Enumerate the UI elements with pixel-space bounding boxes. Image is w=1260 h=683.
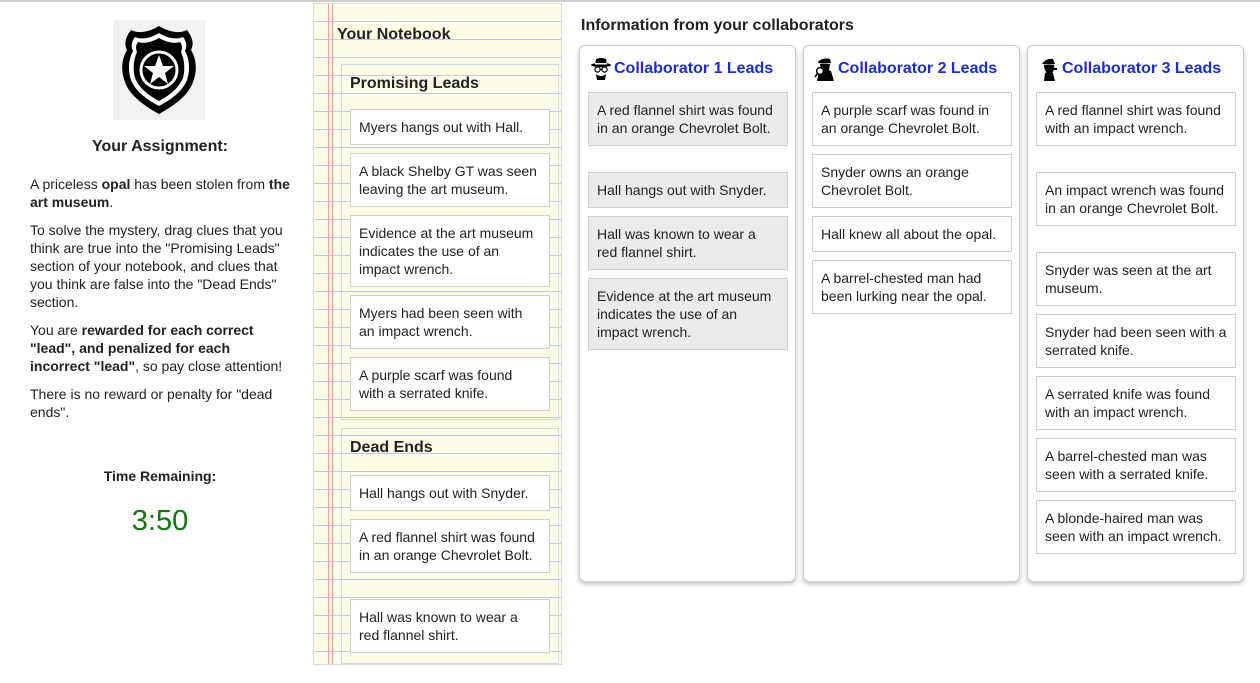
collaborators-heading: Information from your collaborators (581, 17, 854, 34)
detective-silhouette-icon (1042, 58, 1057, 81)
collaborator-lead-card[interactable]: Evidence at the art museum indicates the… (588, 278, 788, 350)
collaborator-lead-card[interactable]: A purple scarf was found in an orange Ch… (812, 92, 1012, 146)
notebook-title: Your Notebook (337, 26, 451, 43)
collaborator-lead-card[interactable]: Snyder was seen at the art museum. (1036, 252, 1236, 306)
collaborator-lead-card[interactable]: A barrel-chested man was seen with a ser… (1036, 438, 1236, 492)
collaborator-3-column: Collaborator 3 Leads A red flannel shirt… (1027, 45, 1244, 582)
time-remaining-value: 3:50 (131, 505, 189, 537)
collaborator-lead-card[interactable]: A red flannel shirt was found with an im… (1036, 92, 1236, 146)
collaborator-3-title: Collaborator 3 Leads (1038, 56, 1221, 82)
collaborator-lead-card[interactable]: A serrated knife was found with an impac… (1036, 376, 1236, 430)
collaborator-lead-card[interactable]: Snyder owns an orange Chevrolet Bolt. (812, 154, 1012, 208)
promising-lead-card[interactable]: Evidence at the art museum indicates the… (350, 215, 550, 287)
assignment-paragraph-3: You are rewarded for each correct "lead"… (30, 322, 283, 374)
assignment-text: A priceless opal has been stolen from th… (30, 175, 292, 431)
spy-magnifier-icon (814, 58, 834, 81)
collaborator-lead-card[interactable]: Hall was known to wear a red flannel shi… (588, 216, 788, 270)
collaborator-3-title-text: Collaborator 3 Leads (1062, 60, 1222, 77)
notebook: Your Notebook Promising Leads Myers hang… (313, 3, 562, 665)
collaborator-lead-card[interactable]: A red flannel shirt was found in an oran… (588, 92, 788, 146)
notebook-margin-line (328, 4, 329, 664)
assignment-title: Your Assignment: (91, 138, 228, 155)
dead-end-card[interactable]: Hall hangs out with Snyder. (350, 475, 550, 511)
promising-lead-card[interactable]: A purple scarf was found with a serrated… (350, 357, 550, 411)
police-badge-icon (113, 20, 205, 120)
assignment-paragraph-1: A priceless opal has been stolen from th… (30, 176, 290, 210)
assignment-panel: Your Assignment: A priceless opal has be… (30, 0, 292, 683)
dead-ends-dropzone[interactable]: Dead Ends Hall hangs out with Snyder. A … (341, 428, 559, 664)
dead-end-card[interactable]: Hall was known to wear a red flannel shi… (350, 599, 550, 653)
assignment-paragraph-2: To solve the mystery, drag clues that yo… (30, 222, 283, 310)
promising-leads-title: Promising Leads (350, 75, 479, 92)
promising-lead-card[interactable]: Myers had been seen with an impact wrenc… (350, 295, 550, 349)
collaborator-2-column: Collaborator 2 Leads A purple scarf was … (803, 45, 1020, 582)
collaborator-1-title: Collaborator 1 Leads (590, 56, 773, 82)
collaborator-lead-card[interactable]: Hall knew all about the opal. (812, 216, 1012, 252)
promising-leads-dropzone[interactable]: Promising Leads Myers hangs out with Hal… (341, 64, 559, 420)
collaborator-lead-card[interactable]: An impact wrench was found in an orange … (1036, 172, 1236, 226)
notebook-margin-line (332, 4, 333, 664)
collaborator-lead-card[interactable]: A blonde-haired man was seen with an imp… (1036, 500, 1236, 554)
assignment-paragraph-4: There is no reward or penalty for "dead … (30, 386, 273, 420)
collaborator-1-title-text: Collaborator 1 Leads (614, 60, 774, 77)
promising-lead-card[interactable]: Myers hangs out with Hall. (350, 109, 550, 145)
collaborator-2-title-text: Collaborator 2 Leads (838, 60, 998, 77)
promising-lead-card[interactable]: A black Shelby GT was seen leaving the a… (350, 153, 550, 207)
collaborator-lead-card[interactable]: Hall hangs out with Snyder. (588, 172, 788, 208)
dead-end-card[interactable]: A red flannel shirt was found in an oran… (350, 519, 550, 573)
collaborator-lead-card[interactable]: A barrel-chested man had been lurking ne… (812, 260, 1012, 314)
collaborator-2-title: Collaborator 2 Leads (814, 56, 997, 82)
collaborator-lead-card[interactable]: Snyder had been seen with a serrated kni… (1036, 314, 1236, 368)
detective-hat-icon (591, 58, 611, 80)
collaborator-1-column: Collaborator 1 Leads A red flannel shirt… (579, 45, 796, 582)
dead-ends-title: Dead Ends (350, 439, 433, 456)
time-remaining-label: Time Remaining: (103, 468, 217, 484)
